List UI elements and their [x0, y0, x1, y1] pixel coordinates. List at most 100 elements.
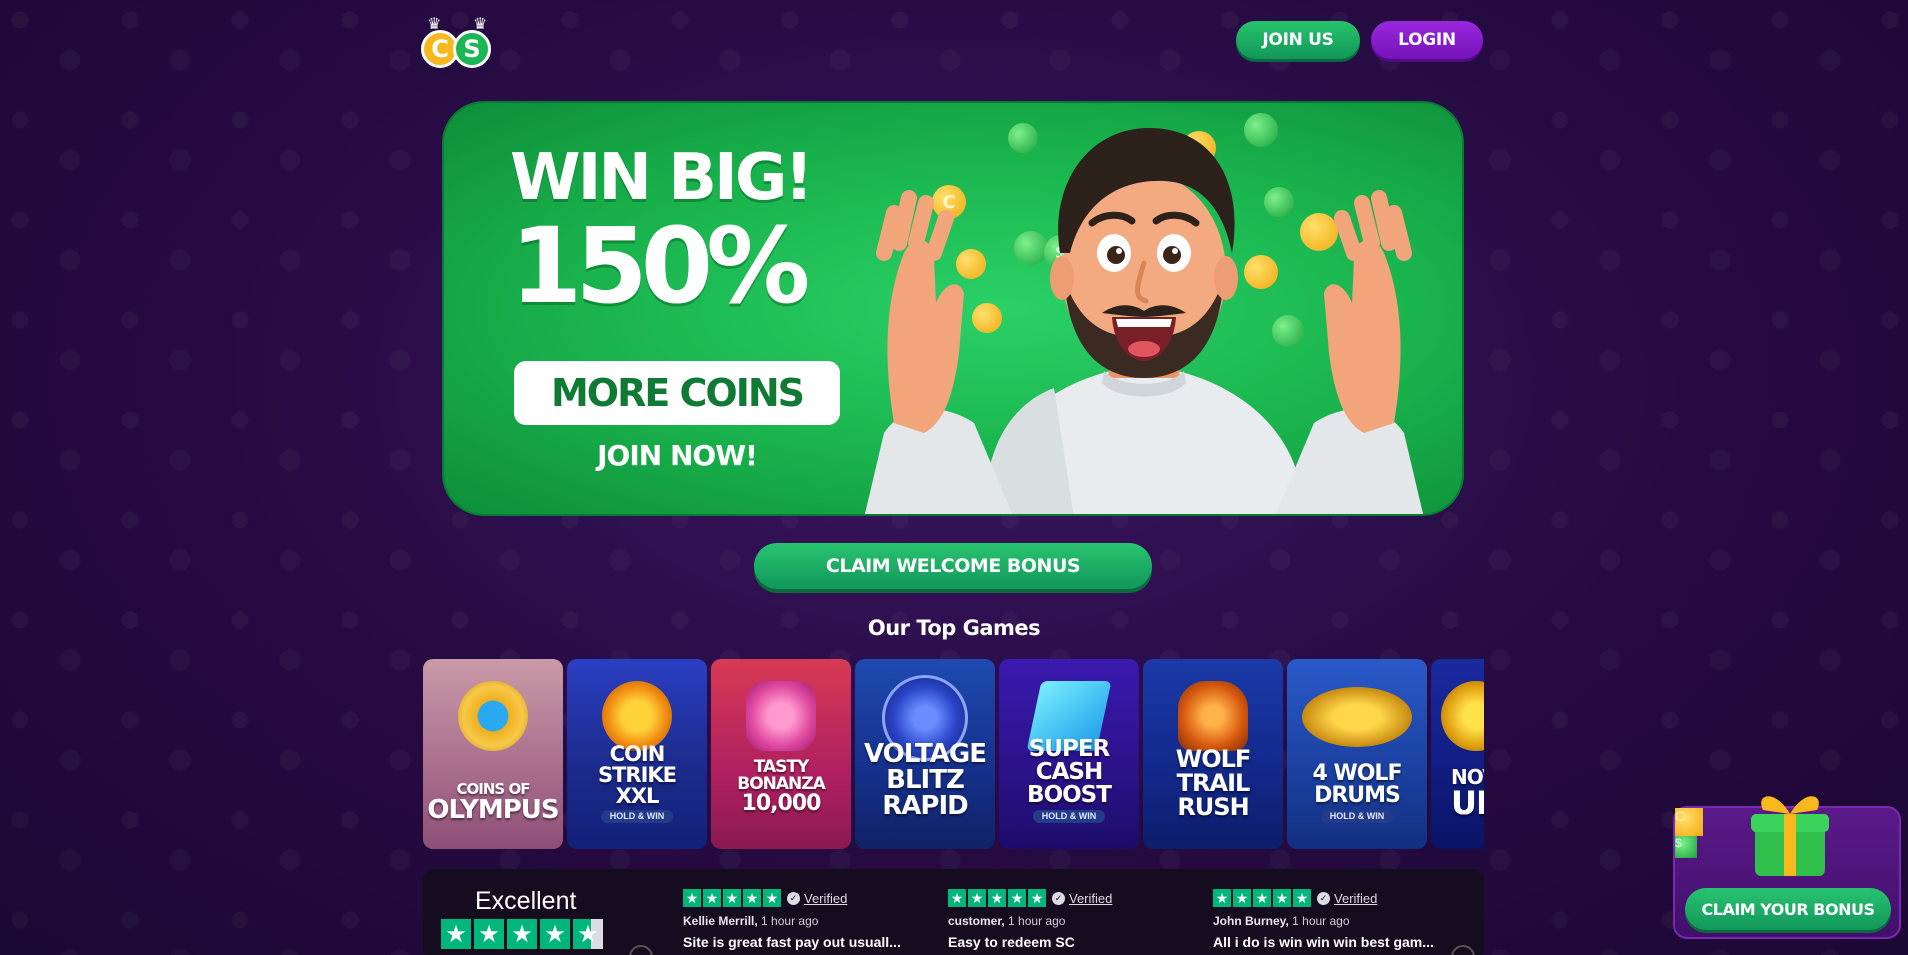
review-time: 1 hour ago — [1292, 914, 1350, 928]
top-games-title: Our Top Games — [867, 616, 1041, 640]
review-text: Easy to redeem SC — [948, 934, 1075, 950]
review-time: 1 hour ago — [761, 914, 819, 928]
lightning-coin-icon — [458, 681, 528, 751]
game-tile-wolf-trail-rush[interactable]: WOLF TRAIL RUSH — [1143, 659, 1283, 849]
game-tile-voltage-blitz-rapid[interactable]: VOLTAGE BLITZ RAPID — [855, 659, 995, 849]
game-title: SUPER CASH BOOST — [999, 738, 1139, 807]
game-title-line-2: TRAIL RUSH — [1176, 769, 1251, 821]
reviews-prev-button[interactable] — [629, 945, 653, 955]
login-button[interactable]: LOGIN — [1371, 21, 1483, 59]
game-title: NOV UI — [1431, 767, 1484, 819]
half-star-icon: ★ — [573, 919, 603, 949]
review-author-name: customer, — [948, 914, 1005, 928]
verified-badge: ✓ Verified — [1317, 891, 1377, 906]
game-title-line-2: UI — [1451, 784, 1484, 822]
hero-headline: WIN BIG! 150% — [510, 141, 840, 321]
bonus-widget[interactable]: C $ CLAIM YOUR BONUS — [1673, 796, 1901, 939]
gold-coin-icon: C — [1675, 808, 1703, 836]
game-title: WOLF TRAIL RUSH — [1143, 747, 1283, 819]
review-text: Site is great fast pay out usuall... — [683, 934, 901, 950]
game-tile-coins-of-olympus[interactable]: COINS OF OLYMPUS — [423, 659, 563, 849]
review-author-name: Kellie Merrill, — [683, 914, 758, 928]
hold-and-win-badge: HOLD & WIN — [1033, 810, 1105, 823]
check-icon: ✓ — [1317, 891, 1330, 905]
star-icon: ★ — [948, 889, 966, 907]
review-author: Kellie Merrill, 1 hour ago — [683, 914, 933, 928]
game-title: VOLTAGE BLITZ RAPID — [855, 741, 995, 819]
hero-line-1: WIN BIG! — [510, 141, 814, 215]
check-icon: ✓ — [787, 891, 800, 905]
verified-label: Verified — [1334, 890, 1378, 906]
review-author: customer, 1 hour ago — [948, 914, 1198, 928]
star-icon: ★ — [441, 919, 471, 949]
review-text: All i do is win win win best gam... — [1213, 934, 1434, 950]
review-card[interactable]: ★ ★ ★ ★ ★ ✓ Verified John Burney, 1 hour ago … — [1213, 889, 1463, 950]
game-title-line-1: COIN STRIKE — [597, 742, 677, 787]
game-title-line-1: SUPER — [1028, 736, 1111, 762]
top-games-carousel[interactable]: COINS OF OLYMPUS COIN STRIKE XXL HOLD & … — [423, 659, 1484, 849]
game-tile-partial[interactable]: NOV UI — [1431, 659, 1484, 849]
review-stars: ★ ★ ★ ★ ★ — [948, 889, 1046, 907]
star-icon: ★ — [1028, 889, 1046, 907]
green-coin-icon: $ — [1675, 836, 1697, 858]
rating-stars: ★ ★ ★ ★ ★ — [441, 919, 603, 949]
game-tile-super-cash-boost[interactable]: SUPER CASH BOOST HOLD & WIN — [999, 659, 1139, 849]
star-icon: ★ — [743, 889, 761, 907]
star-icon — [1441, 681, 1484, 751]
game-tile-4-wolf-drums[interactable]: 4 WOLF DRUMS HOLD & WIN — [1287, 659, 1427, 849]
star-icon: ★ — [474, 919, 504, 949]
star-icon: ★ — [968, 889, 986, 907]
candy-jar-icon — [746, 681, 816, 751]
verified-label: Verified — [1069, 890, 1113, 906]
game-title-line-1: WOLF — [1175, 745, 1252, 773]
game-tile-tasty-bonanza[interactable]: TASTY BONANZA 10,000 — [711, 659, 851, 849]
star-icon: ★ — [1008, 889, 1026, 907]
gift-box-icon — [1751, 796, 1829, 876]
star-icon: ★ — [703, 889, 721, 907]
game-title-line-1: 4 WOLF DRUMS — [1312, 761, 1403, 808]
star-icon: ★ — [1273, 889, 1291, 907]
hero-cta-text: JOIN NOW! — [597, 439, 758, 472]
review-author-name: John Burney, — [1213, 914, 1289, 928]
star-icon: ★ — [1253, 889, 1271, 907]
review-stars: ★ ★ ★ ★ ★ — [1213, 889, 1311, 907]
site-header: ♛ ♛ C S JOIN US LOGIN — [0, 0, 1908, 80]
star-icon: ★ — [988, 889, 1006, 907]
join-us-button[interactable]: JOIN US — [1236, 21, 1360, 59]
review-time: 1 hour ago — [1008, 914, 1066, 928]
review-card[interactable]: ★ ★ ★ ★ ★ ✓ Verified Kellie Merrill, 1 hour a… — [683, 889, 933, 950]
game-title-line-2: XXL — [615, 784, 660, 808]
star-icon: ★ — [1293, 889, 1311, 907]
lightning-bolt-icon — [602, 681, 672, 751]
check-icon: ✓ — [1052, 891, 1065, 905]
game-tile-coin-strike-xxl[interactable]: COIN STRIKE XXL HOLD & WIN — [567, 659, 707, 849]
game-title-line-2: 10,000 — [741, 791, 822, 816]
star-icon: ★ — [540, 919, 570, 949]
claim-your-bonus-button[interactable]: CLAIM YOUR BONUS — [1685, 888, 1891, 930]
star-icon: ★ — [723, 889, 741, 907]
star-icon: ★ — [683, 889, 701, 907]
game-title-line-2: OLYMPUS — [427, 795, 559, 825]
fire-wolf-icon — [1178, 681, 1248, 751]
game-title: TASTY BONANZA 10,000 — [711, 759, 851, 815]
game-title: 4 WOLF DRUMS — [1287, 763, 1427, 807]
hero-banner[interactable]: WIN BIG! 150% MORE COINS JOIN NOW! C $ — [442, 101, 1464, 516]
star-icon: ★ — [507, 919, 537, 949]
verified-badge: ✓ Verified — [787, 891, 847, 906]
review-author: John Burney, 1 hour ago — [1213, 914, 1463, 928]
logo-coin-s: S — [453, 30, 491, 68]
game-title-line-2: CASH BOOST — [1027, 759, 1112, 808]
trustpilot-reviews: Excellent ★ ★ ★ ★ ★ ★ ★ ★ ★ ★ ✓ Verified Kell… — [423, 869, 1484, 955]
game-title: COIN STRIKE XXL — [567, 744, 707, 807]
game-title-line-1: VOLTAGE — [864, 739, 987, 769]
claim-welcome-bonus-button[interactable]: CLAIM WELCOME BONUS — [754, 543, 1152, 589]
review-card[interactable]: ★ ★ ★ ★ ★ ✓ Verified customer, 1 hour ago Eas… — [948, 889, 1198, 950]
review-stars: ★ ★ ★ ★ ★ — [683, 889, 781, 907]
hero-pill: MORE COINS — [514, 361, 840, 425]
site-logo[interactable]: ♛ ♛ C S — [421, 14, 497, 70]
rating-label: Excellent — [475, 887, 577, 915]
star-icon: ★ — [1233, 889, 1251, 907]
drums-icon — [1302, 687, 1412, 747]
game-title-line-2: BLITZ RAPID — [882, 765, 968, 821]
hold-and-win-badge: HOLD & WIN — [601, 810, 673, 823]
